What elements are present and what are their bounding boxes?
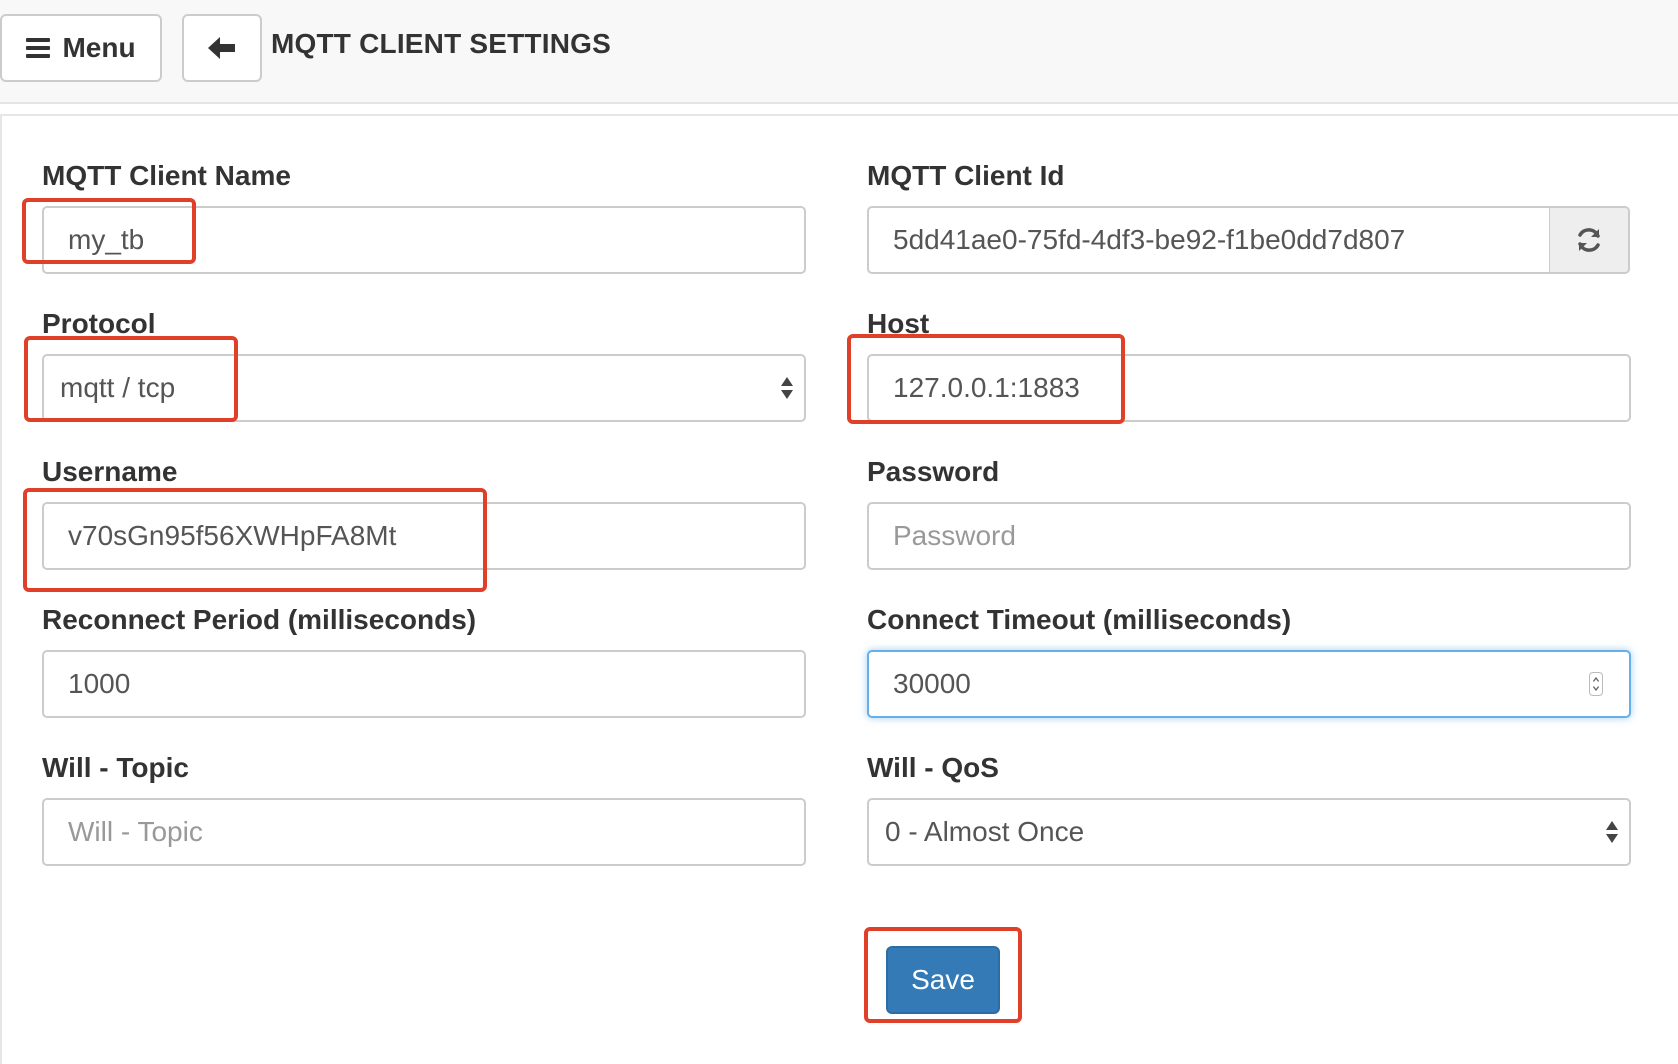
save-button[interactable]: Save [886, 946, 1000, 1014]
select-arrows-icon [1606, 821, 1618, 843]
back-button[interactable] [182, 14, 262, 82]
menu-button[interactable]: Menu [0, 14, 162, 82]
will-qos-select[interactable]: 0 - Almost Once [867, 798, 1631, 866]
client-name-label: MQTT Client Name [42, 160, 291, 191]
password-label: Password [867, 456, 1000, 487]
host-label: Host [867, 308, 930, 339]
password-input[interactable]: Password [867, 502, 1631, 570]
client-id-label: MQTT Client Id [867, 160, 1065, 191]
arrow-left-icon [208, 37, 235, 59]
username-input[interactable]: v70sGn95f56XWHpFA8Mt [42, 502, 806, 570]
select-arrows-icon [781, 377, 793, 399]
refresh-icon [1578, 228, 1600, 252]
protocol-label: Protocol [42, 308, 156, 339]
client-id-input[interactable]: 5dd41ae0-75fd-4df3-be92-f1be0dd7d807 [867, 206, 1551, 274]
username-label: Username [42, 456, 178, 487]
refresh-client-id-button[interactable] [1550, 206, 1630, 274]
protocol-select[interactable]: mqtt / tcp [42, 354, 806, 422]
page-title: MQTT CLIENT SETTINGS [271, 28, 611, 59]
hamburger-icon [26, 34, 51, 62]
host-input[interactable]: 127.0.0.1:1883 [867, 354, 1631, 422]
menu-label: Menu [62, 32, 136, 63]
will-qos-selected-value: 0 - Almost Once [885, 816, 1085, 847]
connect-timeout-input[interactable]: 30000 [867, 650, 1631, 718]
reconnect-period-label: Reconnect Period (milliseconds) [42, 604, 477, 635]
top-bar: Menu MQTT CLIENT SETTINGS [0, 0, 1678, 104]
will-topic-label: Will - Topic [42, 752, 189, 783]
client-name-input[interactable]: my_tb [42, 206, 806, 274]
will-qos-label: Will - QoS [867, 752, 999, 783]
will-topic-input[interactable]: Will - Topic [42, 798, 806, 866]
reconnect-period-input[interactable]: 1000 [42, 650, 806, 718]
number-spinner-icon[interactable] [1589, 672, 1603, 696]
connect-timeout-label: Connect Timeout (milliseconds) [867, 604, 1292, 635]
protocol-selected-value: mqtt / tcp [60, 372, 176, 403]
connect-timeout-value: 30000 [893, 668, 971, 699]
